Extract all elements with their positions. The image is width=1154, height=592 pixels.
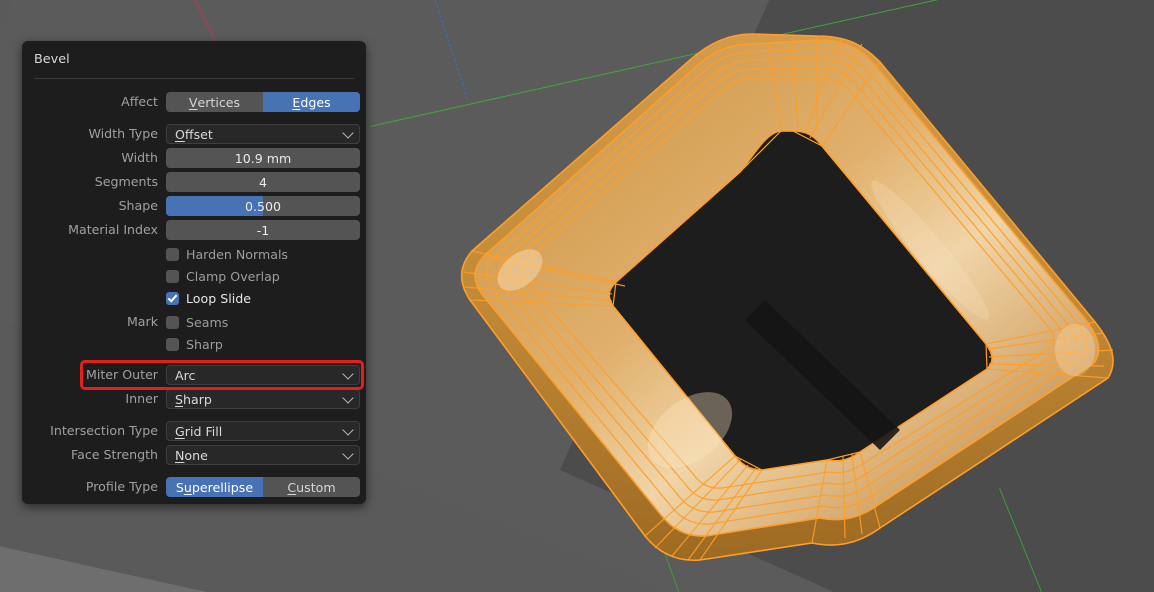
width-value-field[interactable]: 10.9 mm (166, 148, 360, 168)
row-width: Width 10.9 mm (22, 148, 366, 168)
label-shape: Shape (118, 198, 158, 213)
width-type-dropdown[interactable]: Offset (166, 124, 360, 144)
profile-type-toggle-group[interactable]: Su perellipse Custom (166, 477, 360, 497)
checkbox-harden-normals[interactable]: Harden Normals (166, 244, 288, 264)
label-affect: Affect (121, 94, 158, 109)
row-miter-outer: Miter Outer Arc (22, 365, 366, 385)
clamp-overlap-label: Clamp Overlap (186, 268, 280, 284)
material-index-value: -1 (256, 222, 270, 238)
label-profile-type: Profile Type (85, 479, 158, 494)
chevron-down-icon (342, 424, 354, 436)
shape-value: 0.500 (244, 198, 282, 214)
row-profile-type: Profile Type Su perellipse Custom (22, 477, 366, 497)
checkbox-clamp-overlap[interactable]: Clamp Overlap (166, 266, 280, 286)
label-miter-outer: Miter Outer (86, 367, 158, 382)
label-face-strength: Face Strength (71, 447, 158, 462)
face-strength-dropdown[interactable]: None (166, 445, 360, 465)
chevron-down-icon (342, 368, 354, 380)
profile-type-custom-button[interactable]: Custom (263, 477, 360, 497)
row-shape: Shape 0.500 (22, 196, 366, 216)
miter-outer-dropdown[interactable]: Arc (166, 365, 360, 385)
row-face-strength: Face Strength None (22, 445, 366, 465)
row-segments: Segments 4 (22, 172, 366, 192)
label-width: Width (121, 150, 158, 165)
label-width-type: Width Type (88, 126, 158, 141)
miter-inner-dropdown[interactable]: Sharp (166, 389, 360, 409)
panel-title: Bevel (34, 52, 70, 67)
material-index-value-field[interactable]: -1 (166, 220, 360, 240)
sharp-mark-label: Sharp (186, 336, 223, 352)
affect-vertices-button[interactable]: Vertices (166, 92, 263, 112)
seams-checkbox-icon[interactable] (166, 315, 179, 329)
sharp-checkbox-icon[interactable] (166, 337, 179, 351)
loop-slide-label: Loop Slide (186, 290, 251, 306)
chevron-down-icon (342, 448, 354, 460)
row-intersection-type: Intersection Type Grid Fill (22, 421, 366, 441)
intersection-type-dropdown[interactable]: Grid Fill (166, 421, 360, 441)
row-affect: Affect Vertices Edges (22, 92, 366, 112)
panel-header-divider (34, 78, 354, 79)
harden-normals-label: Harden Normals (186, 246, 288, 262)
seams-label: Seams (186, 314, 229, 330)
label-intersection-type: Intersection Type (50, 423, 158, 438)
row-material-index: Material Index -1 (22, 220, 366, 240)
chevron-down-icon (342, 392, 354, 404)
harden-normals-checkbox-icon[interactable] (166, 247, 179, 261)
affect-toggle-group[interactable]: Vertices Edges (166, 92, 360, 112)
profile-type-superellipse-button[interactable]: Su perellipse (166, 477, 263, 497)
row-miter-inner: Inner Sharp (22, 389, 366, 409)
shape-slider[interactable]: 0.500 (166, 196, 360, 216)
loop-slide-checkbox-icon[interactable] (166, 291, 179, 305)
chevron-down-icon (342, 127, 354, 139)
checkbox-sharp[interactable]: Sharp (166, 334, 223, 354)
clamp-overlap-checkbox-icon[interactable] (166, 269, 179, 283)
label-miter-inner: Inner (125, 391, 158, 406)
checkbox-seams[interactable]: Seams (166, 312, 228, 332)
width-value: 10.9 mm (234, 150, 292, 166)
affect-edges-button[interactable]: Edges (263, 92, 360, 112)
segments-value: 4 (258, 174, 267, 190)
label-mark: Mark (126, 314, 158, 329)
label-segments: Segments (94, 174, 158, 189)
blender-screenshot: Bevel Affect Vertices Edges Width Type O… (0, 0, 1154, 592)
label-material-index: Material Index (68, 222, 158, 237)
row-width-type: Width Type Offset (22, 124, 366, 144)
checkbox-loop-slide[interactable]: Loop Slide (166, 288, 251, 308)
bevel-operator-panel[interactable]: Bevel Affect Vertices Edges Width Type O… (22, 41, 366, 504)
segments-value-field[interactable]: 4 (166, 172, 360, 192)
miter-outer-value: Arc (175, 367, 196, 383)
